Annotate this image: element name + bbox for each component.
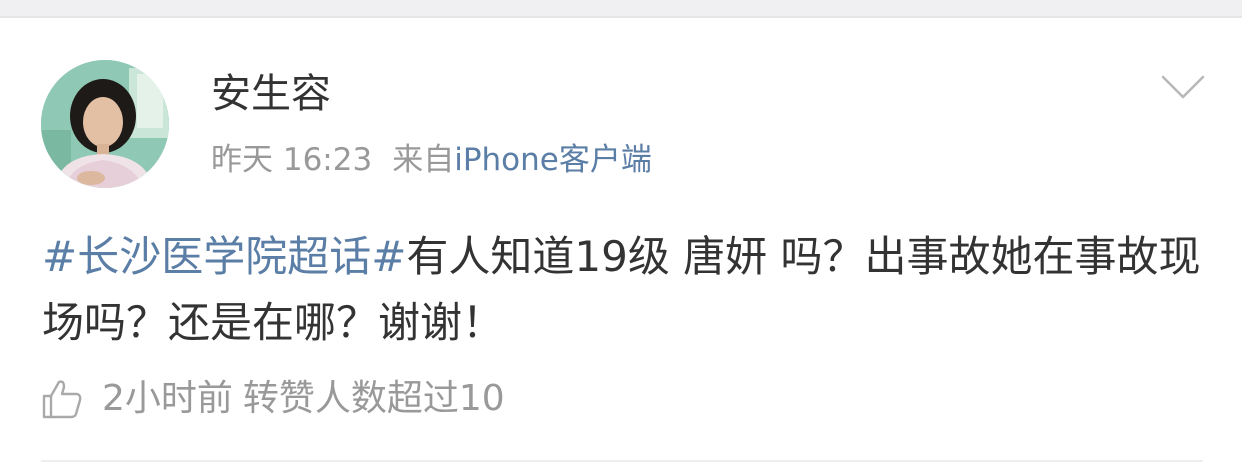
source-prefix: 来自: [392, 142, 455, 178]
username[interactable]: 安生容: [211, 70, 331, 118]
post-meta: 昨天 16:23 来自iPhone客户端: [211, 140, 652, 180]
avatar[interactable]: [41, 60, 169, 188]
post-footer: 2小时前 转赞人数超过10: [40, 374, 505, 424]
footer-info: 2小时前 转赞人数超过10: [102, 374, 505, 424]
post-time: 昨天 16:23: [211, 142, 373, 178]
topic-link[interactable]: #长沙医学院超话#: [42, 232, 406, 281]
user-avatar-photo: [41, 60, 169, 188]
thumbs-up-icon[interactable]: [40, 377, 84, 421]
post-content: #长沙医学院超话#有人知道19级 唐妍 吗？出事故她在事故现场吗？还是在哪？谢谢…: [42, 224, 1202, 356]
top-separator-band: [0, 0, 1242, 16]
time-ago: 2小时前: [102, 378, 233, 419]
top-separator-edge: [0, 16, 1242, 18]
repost-info: 转赞人数超过10: [242, 378, 505, 419]
source-link[interactable]: iPhone客户端: [454, 142, 652, 178]
chevron-down-icon[interactable]: [1160, 72, 1206, 102]
bottom-divider: [41, 460, 1203, 462]
